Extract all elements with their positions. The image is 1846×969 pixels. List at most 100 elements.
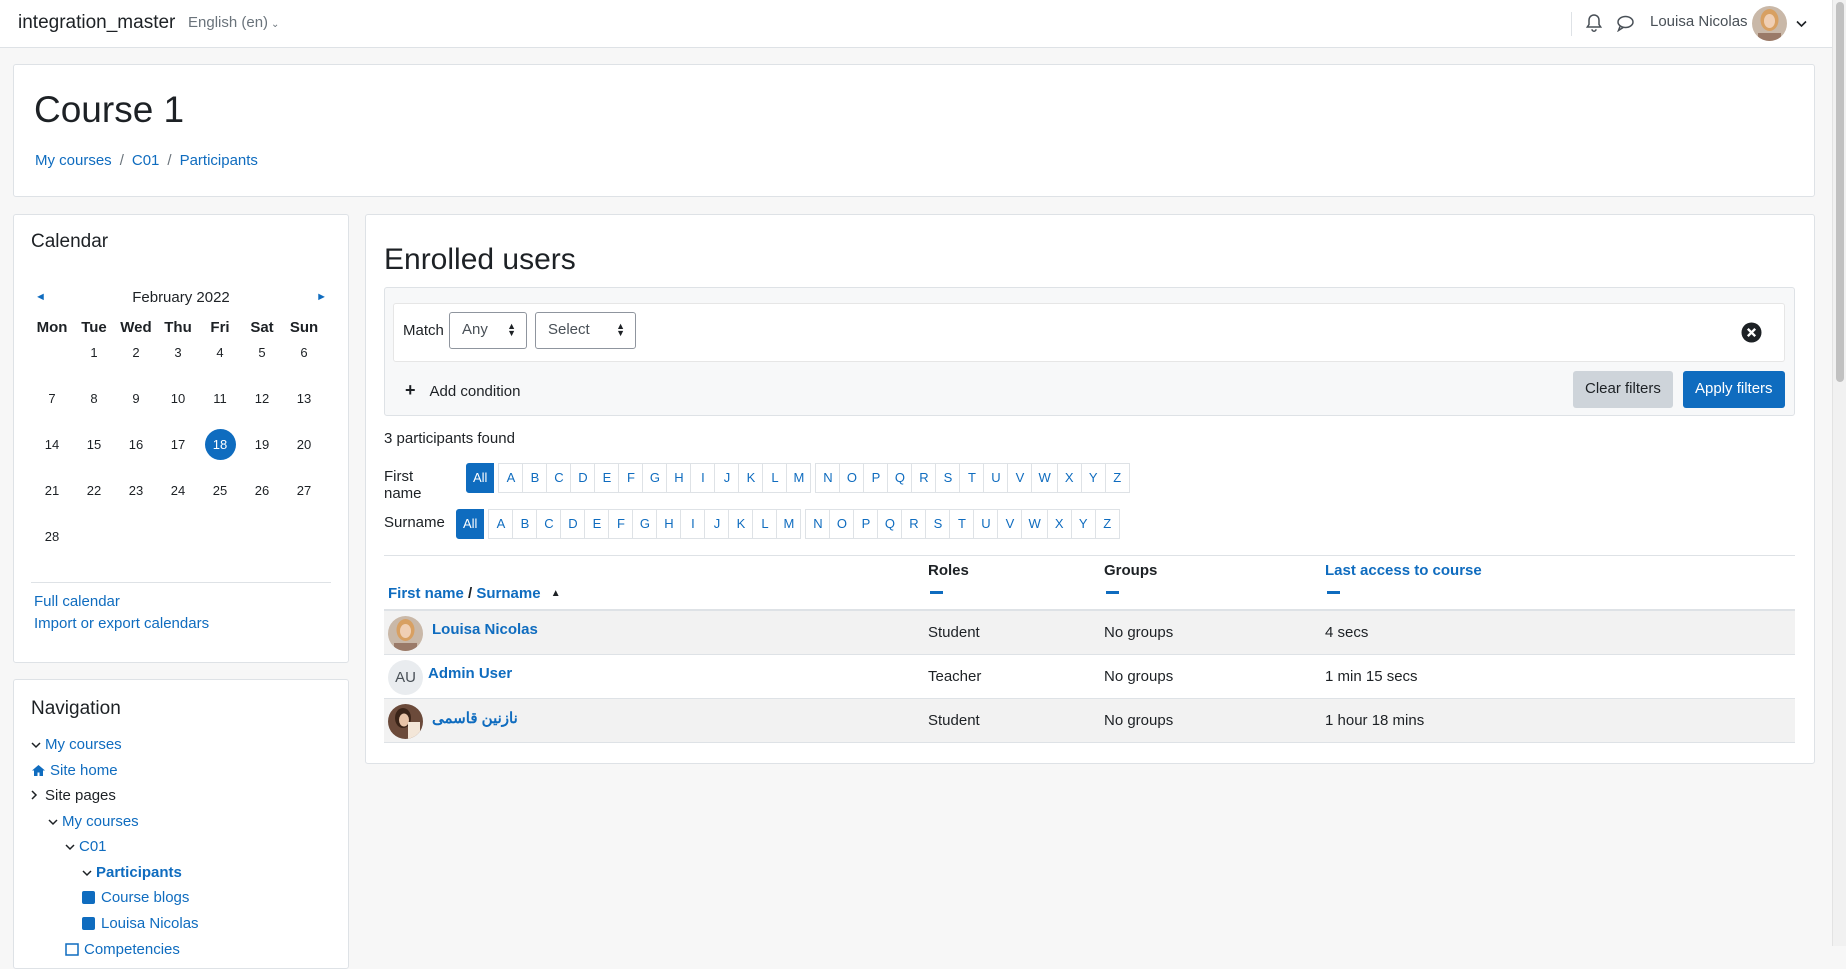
first-name-initial-l[interactable]: L	[762, 463, 788, 493]
remove-condition-icon[interactable]	[1741, 322, 1762, 347]
collapse-last-access-icon[interactable]	[1327, 591, 1340, 594]
surname-initial-z[interactable]: Z	[1094, 509, 1120, 539]
calendar-day[interactable]: 1	[73, 345, 115, 360]
surname-initial-a[interactable]: A	[488, 509, 514, 539]
calendar-day[interactable]: 15	[73, 437, 115, 452]
first-name-initial-u[interactable]: U	[983, 463, 1009, 493]
surname-initial-m[interactable]: M	[776, 509, 802, 539]
first-name-initial-k[interactable]: K	[738, 463, 764, 493]
collapsed-chevron-icon[interactable]	[31, 790, 45, 803]
calendar-day[interactable]: 20	[283, 437, 325, 452]
expanded-chevron-icon[interactable]	[82, 869, 96, 880]
nav-item-site-home[interactable]: Site home	[31, 762, 118, 781]
calendar-day[interactable]: 26	[241, 483, 283, 498]
first-name-initial-e[interactable]: E	[594, 463, 620, 493]
add-condition-button[interactable]: + Add condition	[405, 380, 520, 401]
nav-item-c01[interactable]: C01	[65, 838, 107, 855]
breadcrumb-c01[interactable]: C01	[132, 152, 160, 169]
first-name-initial-n[interactable]: N	[815, 463, 841, 493]
sort-first-name-link[interactable]: First name	[388, 585, 464, 602]
sort-last-access-link[interactable]: Last access to course	[1325, 562, 1482, 579]
surname-initial-t[interactable]: T	[949, 509, 975, 539]
site-name-link[interactable]: integration_master	[18, 12, 175, 34]
surname-initial-j[interactable]: J	[704, 509, 730, 539]
first-name-initial-j[interactable]: J	[714, 463, 740, 493]
participant-avatar[interactable]	[388, 704, 423, 739]
calendar-day[interactable]: 28	[31, 529, 73, 544]
next-month-arrow-icon[interactable]: ►	[316, 291, 327, 303]
nav-item-participants[interactable]: Participants	[82, 864, 182, 881]
calendar-day[interactable]: 21	[31, 483, 73, 498]
apply-filters-button[interactable]: Apply filters	[1683, 371, 1785, 408]
first-name-initial-m[interactable]: M	[786, 463, 812, 493]
participant-avatar[interactable]	[388, 616, 423, 651]
calendar-day[interactable]: 12	[241, 391, 283, 406]
first-name-initial-s[interactable]: S	[935, 463, 961, 493]
participant-name-link[interactable]: نازنین قاسمی	[432, 709, 518, 727]
first-name-initial-r[interactable]: R	[911, 463, 937, 493]
language-menu[interactable]: English (en) ⌄	[188, 14, 279, 31]
full-calendar-link[interactable]: Full calendar	[34, 593, 120, 610]
first-name-initial-y[interactable]: Y	[1080, 463, 1106, 493]
surname-initial-o[interactable]: O	[829, 509, 855, 539]
participant-avatar[interactable]: AU	[388, 660, 423, 695]
surname-initial-n[interactable]: N	[805, 509, 831, 539]
surname-initial-p[interactable]: P	[853, 509, 879, 539]
first-name-initial-b[interactable]: B	[522, 463, 548, 493]
nav-item-my-courses[interactable]: My courses	[48, 813, 139, 830]
expanded-chevron-icon[interactable]	[48, 818, 62, 829]
calendar-day[interactable]: 23	[115, 483, 157, 498]
nav-item-competencies[interactable]: Competencies	[65, 941, 180, 960]
nav-item-louisa-nicolas[interactable]: Louisa Nicolas	[82, 915, 199, 934]
calendar-today-marker[interactable]: 18	[204, 429, 236, 460]
surname-initial-y[interactable]: Y	[1070, 509, 1096, 539]
calendar-day[interactable]: 2	[115, 345, 157, 360]
first-name-initial-p[interactable]: P	[863, 463, 889, 493]
calendar-day[interactable]: 16	[115, 437, 157, 452]
first-name-initial-c[interactable]: C	[546, 463, 572, 493]
nav-item-my-courses[interactable]: My courses	[31, 736, 122, 753]
breadcrumb-my-courses[interactable]: My courses	[35, 152, 112, 169]
messages-chat-icon[interactable]	[1616, 14, 1635, 36]
match-select[interactable]: Any ▲ ▼	[449, 312, 527, 349]
first-name-initial-f[interactable]: F	[618, 463, 644, 493]
calendar-day[interactable]: 19	[241, 437, 283, 452]
calendar-day[interactable]: 17	[157, 437, 199, 452]
surname-initial-all[interactable]: All	[456, 509, 485, 539]
surname-initial-d[interactable]: D	[560, 509, 586, 539]
first-name-initial-all[interactable]: All	[466, 463, 495, 493]
calendar-day[interactable]: 24	[157, 483, 199, 498]
calendar-day[interactable]: 9	[115, 391, 157, 406]
calendar-day[interactable]: 6	[283, 345, 325, 360]
user-menu-chevron-icon[interactable]	[1796, 15, 1807, 32]
surname-initial-w[interactable]: W	[1021, 509, 1048, 539]
nav-item-site-pages[interactable]: Site pages	[31, 787, 116, 804]
first-name-initial-a[interactable]: A	[498, 463, 524, 493]
surname-initial-x[interactable]: X	[1046, 509, 1072, 539]
first-name-initial-g[interactable]: G	[642, 463, 668, 493]
import-export-calendars-link[interactable]: Import or export calendars	[34, 615, 209, 632]
filter-type-select[interactable]: Select ▲ ▼	[535, 312, 636, 349]
calendar-day[interactable]: 3	[157, 345, 199, 360]
calendar-day[interactable]: 11	[199, 391, 241, 406]
participant-name-link[interactable]: Admin User	[428, 665, 512, 682]
surname-initial-k[interactable]: K	[728, 509, 754, 539]
surname-initial-f[interactable]: F	[608, 509, 634, 539]
surname-initial-s[interactable]: S	[925, 509, 951, 539]
surname-initial-v[interactable]: V	[997, 509, 1023, 539]
surname-initial-l[interactable]: L	[752, 509, 778, 539]
calendar-day[interactable]: 13	[283, 391, 325, 406]
scrollbar-thumb[interactable]	[1836, 2, 1844, 382]
calendar-day[interactable]: 8	[73, 391, 115, 406]
expanded-chevron-icon[interactable]	[31, 741, 45, 752]
notifications-bell-icon[interactable]	[1585, 13, 1603, 37]
breadcrumb-participants[interactable]: Participants	[180, 152, 258, 169]
calendar-day[interactable]: 18	[199, 429, 241, 460]
clear-filters-button[interactable]: Clear filters	[1573, 371, 1673, 408]
first-name-initial-t[interactable]: T	[959, 463, 985, 493]
nav-item-course-blogs[interactable]: Course blogs	[82, 889, 189, 908]
calendar-day[interactable]: 25	[199, 483, 241, 498]
calendar-day[interactable]: 5	[241, 345, 283, 360]
surname-initial-r[interactable]: R	[901, 509, 927, 539]
first-name-initial-d[interactable]: D	[570, 463, 596, 493]
